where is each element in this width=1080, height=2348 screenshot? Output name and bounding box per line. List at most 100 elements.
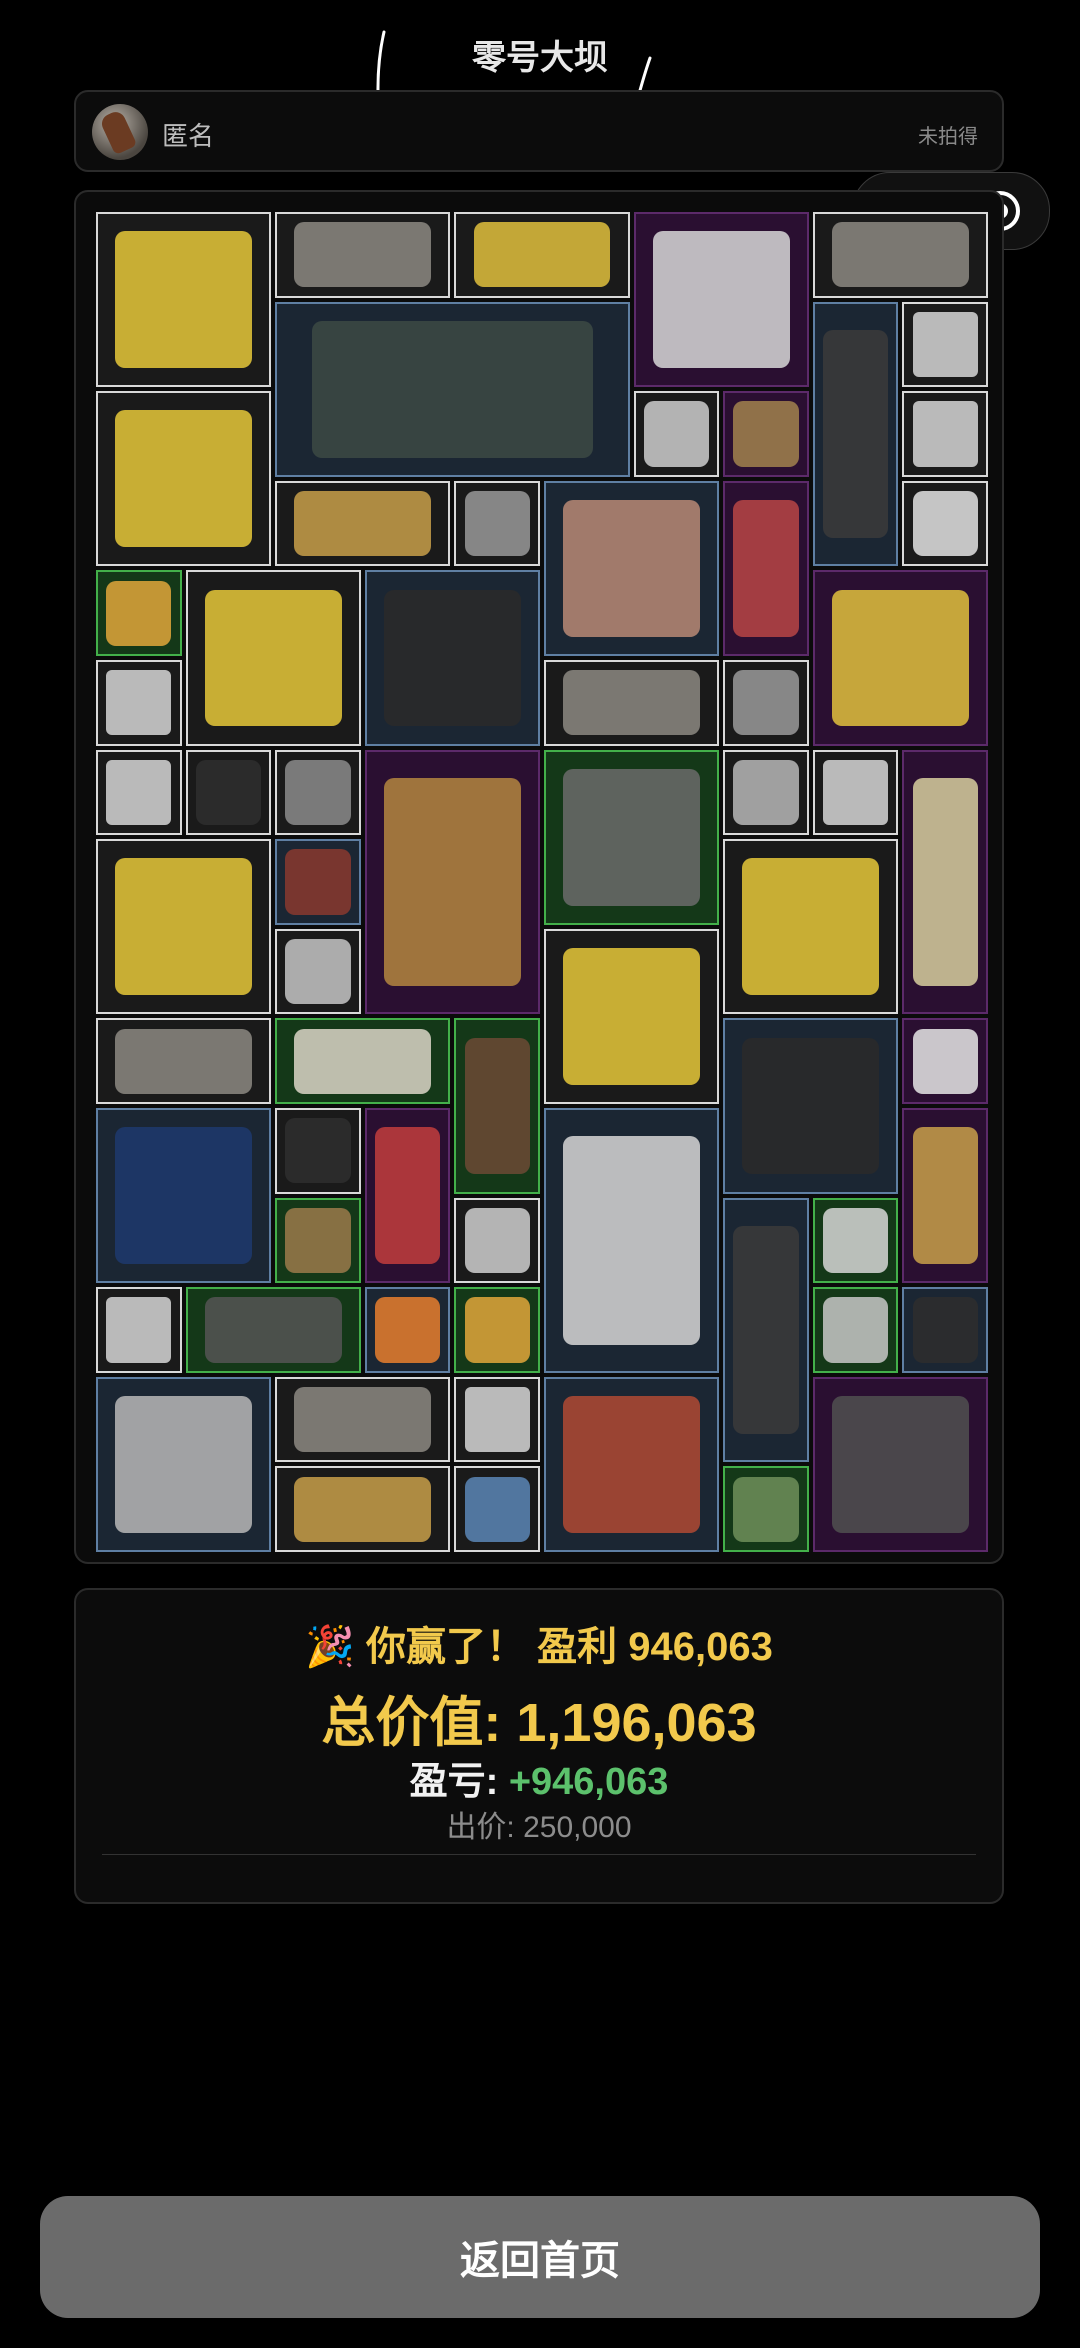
gas-tank-icon bbox=[563, 1395, 701, 1533]
user-bar: 匿名 未拍得 bbox=[74, 90, 1004, 172]
loot-item-screen bbox=[723, 1018, 899, 1194]
torch-icon bbox=[374, 1127, 441, 1265]
card-icon bbox=[106, 670, 172, 736]
stove-icon bbox=[115, 1395, 253, 1533]
loot-item-lamp bbox=[364, 749, 540, 1015]
avatar bbox=[92, 104, 148, 160]
loot-item-card bbox=[902, 301, 988, 388]
loot-item-card bbox=[454, 1376, 540, 1463]
total-value: 总价值: 1,196,063 bbox=[321, 1693, 757, 1753]
faucet-icon bbox=[912, 1127, 978, 1265]
photo-icon bbox=[563, 670, 701, 736]
centrifuge-icon bbox=[652, 231, 790, 369]
loot-item-photo bbox=[544, 660, 720, 746]
hammer-icon bbox=[294, 1476, 432, 1542]
loot-item-money bbox=[723, 1466, 809, 1552]
battery-icon bbox=[912, 1297, 978, 1363]
win-message: 🎉 你赢了！ 盈利 946,063 bbox=[305, 1625, 773, 1669]
loot-item-candle bbox=[723, 839, 899, 1015]
loot-item-jar bbox=[185, 749, 272, 836]
loot-item-cable bbox=[454, 1466, 540, 1552]
cable-icon bbox=[464, 1476, 530, 1542]
loot-item-cement bbox=[544, 1108, 720, 1373]
loot-item-matches bbox=[723, 749, 809, 836]
loot-item-statue bbox=[454, 1018, 540, 1194]
loot-item-lantern bbox=[902, 749, 988, 1015]
page-title: 零号大坝 bbox=[472, 39, 608, 77]
loot-item-candle bbox=[96, 212, 272, 388]
loot-item-screwdriver bbox=[454, 1287, 540, 1373]
loot-item-motherboard bbox=[812, 1376, 988, 1552]
loot-item-tape-measure bbox=[723, 660, 809, 746]
loot-item-power-strip bbox=[812, 1197, 899, 1284]
photo-icon bbox=[294, 1386, 432, 1453]
bag-icon bbox=[285, 849, 351, 915]
bid-price: 出价: 250,000 bbox=[446, 1811, 632, 1844]
loot-item-card bbox=[96, 1287, 182, 1373]
result-panel: 🎉 你赢了！ 盈利 946,063 总价值: 1,196,063 盈亏: +94… bbox=[74, 1588, 1004, 1904]
document-icon bbox=[294, 1028, 432, 1094]
loot-item-knife bbox=[454, 212, 630, 298]
jar-icon bbox=[285, 1118, 351, 1184]
profit-loss: 盈亏: +946,063 bbox=[409, 1761, 669, 1803]
loot-item-spice-rack bbox=[544, 749, 720, 925]
card-icon bbox=[106, 759, 172, 826]
tape-icon bbox=[464, 490, 530, 557]
candle-icon bbox=[115, 231, 253, 369]
loot-item-hammer bbox=[275, 1466, 451, 1552]
scissors-icon bbox=[285, 938, 351, 1005]
loot-item-mouse bbox=[275, 749, 361, 836]
loot-item-photo bbox=[812, 212, 988, 298]
back-home-button[interactable]: 返回首页 bbox=[40, 2196, 1040, 2318]
loot-item-card bbox=[96, 660, 182, 746]
tape-measure-icon bbox=[733, 670, 799, 736]
candle-icon bbox=[742, 858, 880, 996]
card-icon bbox=[106, 1297, 172, 1363]
vest-icon bbox=[912, 1028, 978, 1094]
forceps-icon bbox=[822, 1297, 889, 1363]
card-icon bbox=[822, 759, 889, 826]
screen-icon bbox=[383, 589, 521, 727]
screen-icon bbox=[742, 1037, 880, 1175]
tag-icon bbox=[464, 1207, 530, 1274]
photo-icon bbox=[115, 1028, 253, 1094]
knife-icon bbox=[473, 222, 611, 288]
loot-item-paint-can bbox=[96, 1108, 272, 1284]
power-strip-icon bbox=[822, 1207, 889, 1274]
recorder-icon bbox=[822, 329, 889, 539]
cloth-icon bbox=[912, 490, 978, 557]
loot-item-keyboard bbox=[185, 1287, 361, 1373]
spear-icon bbox=[733, 401, 799, 467]
loot-item-stove bbox=[96, 1376, 272, 1552]
loot-item-vest bbox=[902, 1018, 988, 1104]
loot-item-yogurt bbox=[633, 391, 720, 477]
candle-icon bbox=[115, 858, 253, 996]
loot-item-candle bbox=[96, 391, 272, 567]
loot-item-candle bbox=[544, 928, 720, 1104]
screwdriver-icon bbox=[464, 1297, 530, 1363]
candle-icon bbox=[115, 410, 253, 548]
loot-item-battery bbox=[902, 1287, 988, 1373]
loot-item-saw bbox=[812, 570, 988, 746]
loot-item-hammer bbox=[275, 480, 451, 567]
loot-item-jar bbox=[275, 1108, 361, 1194]
loot-item-tag bbox=[454, 1197, 540, 1284]
cement-icon bbox=[563, 1136, 701, 1345]
loot-item-magazine bbox=[544, 480, 720, 656]
yogurt-icon bbox=[643, 401, 710, 467]
money-icon bbox=[733, 1476, 799, 1542]
keyboard-icon bbox=[204, 1297, 342, 1363]
rope-icon bbox=[285, 1207, 351, 1274]
loot-item-wrench bbox=[723, 480, 809, 656]
loot-item-forceps bbox=[812, 1287, 899, 1373]
saw-icon bbox=[831, 589, 969, 727]
candle-icon bbox=[204, 589, 342, 727]
magazine-icon bbox=[563, 499, 701, 637]
loot-item-recorder bbox=[723, 1197, 809, 1463]
loot-item-card bbox=[96, 749, 182, 836]
screwdriver-icon bbox=[106, 580, 172, 646]
matches-icon bbox=[733, 759, 799, 826]
motherboard-icon bbox=[831, 1395, 969, 1533]
solar-panel-icon bbox=[312, 320, 593, 458]
hammer-icon bbox=[294, 490, 432, 557]
